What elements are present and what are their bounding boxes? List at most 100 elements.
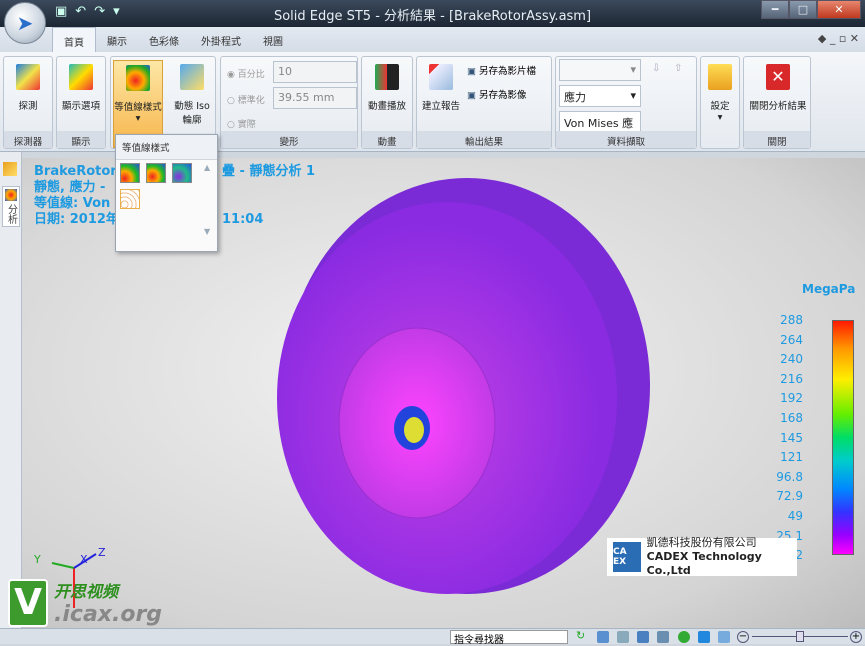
animate-button[interactable]: 動畫播放	[365, 60, 409, 132]
contour-text: 等值線: Von	[34, 196, 111, 211]
group-settings: 設定 ▾	[700, 56, 740, 149]
arrow-down-icon[interactable]: ⇩	[652, 63, 660, 74]
minimize-button[interactable]: ━	[761, 0, 789, 19]
contour-style-option-4[interactable]	[120, 189, 140, 209]
zoom-area-icon[interactable]	[597, 631, 609, 643]
view-cube-icon[interactable]	[698, 631, 710, 643]
group-output: 建立報告 ▣ 另存為影片檔 ▣ 另存為影像 輸出結果	[416, 56, 552, 149]
watermark-text: 开思视频	[54, 582, 119, 601]
data-dropdown-1[interactable]: ▾	[559, 59, 641, 81]
dynamic-iso-button[interactable]: 動態 Iso 輪廓	[169, 60, 215, 132]
rotate-icon[interactable]	[678, 631, 690, 643]
ribbon-window-controls[interactable]: ◆ _ ▫ ✕	[818, 32, 859, 45]
component-value: Von Mises 應	[564, 117, 634, 130]
component-dropdown[interactable]: Von Mises 應▾	[559, 111, 641, 144]
film-icon	[375, 64, 399, 90]
create-report-button[interactable]: 建立報告	[419, 60, 463, 132]
settings-button[interactable]: 設定 ▾	[701, 60, 739, 132]
legend-value: 96.8	[776, 469, 803, 484]
percent-input[interactable]: 10	[273, 61, 357, 83]
chevron-down-icon: ▾	[135, 113, 141, 124]
group-label: 變形	[221, 131, 357, 148]
chevron-down-icon: ▾	[717, 112, 723, 123]
tab-addins[interactable]: 外掛程式	[190, 27, 252, 52]
display-options-button[interactable]: 顯示選項	[59, 60, 103, 132]
result-type-dropdown[interactable]: 應力 ▾	[559, 85, 641, 107]
contour-style-option-3[interactable]	[172, 163, 192, 183]
save-image-button[interactable]: ▣ 另存為影像	[467, 87, 527, 101]
result-type-value: 應力	[564, 91, 586, 104]
axis-z-label: Z	[98, 546, 106, 559]
dropdown-title: 等值線樣式	[116, 135, 217, 160]
time-text: 11:04	[222, 212, 264, 227]
tree-icon[interactable]	[3, 162, 17, 176]
report-icon	[429, 64, 453, 90]
close-button[interactable]: ✕	[817, 0, 861, 19]
scroll-up-icon[interactable]: ▲	[204, 163, 210, 172]
legend-value: 240	[780, 352, 803, 367]
group-label: 關閉	[744, 131, 810, 148]
contour-style-option-1[interactable]	[120, 163, 140, 183]
probe-label: 探測	[18, 101, 38, 112]
tab-view[interactable]: 視圖	[252, 27, 294, 52]
command-finder-input[interactable]: 指令尋找器	[450, 630, 568, 646]
legend-value: 288	[780, 313, 803, 327]
watermark-site: .icax.org	[54, 602, 163, 627]
pan-icon[interactable]	[657, 631, 669, 643]
contour-style-label: 等值線樣式	[114, 102, 162, 113]
group-probe: 探測 探測器	[3, 56, 53, 149]
company-name-en: CADEX Technology Co.,Ltd	[646, 550, 762, 577]
tab-display[interactable]: 顯示	[96, 27, 138, 52]
zoom-slider-thumb[interactable]	[796, 631, 804, 642]
image-icon: ▣	[467, 90, 476, 101]
result-type-text: 靜態, 應力 -	[34, 180, 106, 195]
arrow-up-icon[interactable]: ⇧	[674, 63, 682, 74]
title-bar: ➤ ▣ ↶ ↷ ▾ Solid Edge ST5 - 分析結果 - [Brake…	[0, 0, 865, 44]
group-display: 顯示選項 顯示	[56, 56, 106, 149]
display-options-label: 顯示選項	[61, 101, 100, 112]
legend-value: 168	[780, 411, 803, 425]
group-close: ✕ 關閉分析結果 關閉	[743, 56, 811, 149]
window-title: Solid Edge ST5 - 分析結果 - [BrakeRotorAssy.…	[273, 9, 592, 24]
ribbon-tabs: 首頁 顯示 色彩條 外掛程式 視圖 ◆ _ ▫ ✕	[0, 27, 865, 52]
legend-value: 264	[780, 332, 803, 347]
analysis-tab[interactable]: 分析	[2, 186, 20, 227]
tab-home[interactable]: 首頁	[52, 27, 96, 52]
group-label: 探測器	[4, 131, 52, 148]
normalized-radio[interactable]: ○ 標準化	[227, 93, 265, 106]
refresh-icon[interactable]: ↻	[576, 629, 588, 642]
hub-hole	[404, 417, 424, 443]
save-video-button[interactable]: ▣ 另存為影片檔	[467, 63, 536, 77]
legend-value: 72.9	[776, 489, 803, 504]
application-button[interactable]: ➤	[4, 2, 46, 44]
save-image-label: 另存為影像	[479, 90, 527, 101]
fit-icon[interactable]	[637, 631, 649, 643]
tab-color-bar[interactable]: 色彩條	[138, 27, 190, 52]
view-orient-icon[interactable]	[718, 631, 730, 643]
contour-style-option-2[interactable]	[146, 163, 166, 183]
zoom-out-icon[interactable]: −	[737, 631, 749, 643]
chevron-down-icon: ▾	[630, 89, 636, 102]
save-video-label: 另存為影片檔	[479, 66, 537, 77]
actual-radio[interactable]: ○ 實際	[227, 117, 256, 130]
analysis-tab-label: 分析	[5, 204, 17, 224]
percent-radio[interactable]: ◉ 百分比	[227, 67, 265, 80]
chevron-down-icon: ▾	[630, 63, 636, 76]
axis-y-label: Y	[33, 553, 41, 566]
maximize-button[interactable]: □	[789, 0, 817, 19]
dynamic-iso-label: 動態 Iso 輪廓	[174, 101, 210, 126]
iso-icon	[180, 64, 204, 90]
normalized-label: 標準化	[237, 96, 265, 106]
zoom-icon[interactable]	[617, 631, 629, 643]
legend-value: 192	[780, 391, 803, 406]
watermark: V 开思视频 .icax.org	[8, 578, 162, 627]
normalized-input[interactable]: 39.55 mm	[273, 87, 357, 109]
zoom-in-icon[interactable]: +	[850, 631, 862, 643]
probe-button[interactable]: 探測	[6, 60, 50, 132]
axis-x-label: X	[80, 553, 88, 566]
close-results-button[interactable]: ✕ 關閉分析結果	[746, 60, 810, 132]
scroll-down-icon[interactable]: ▼	[204, 227, 210, 236]
close-x-icon: ✕	[766, 64, 790, 90]
actual-label: 實際	[237, 120, 256, 130]
create-report-label: 建立報告	[421, 101, 460, 112]
